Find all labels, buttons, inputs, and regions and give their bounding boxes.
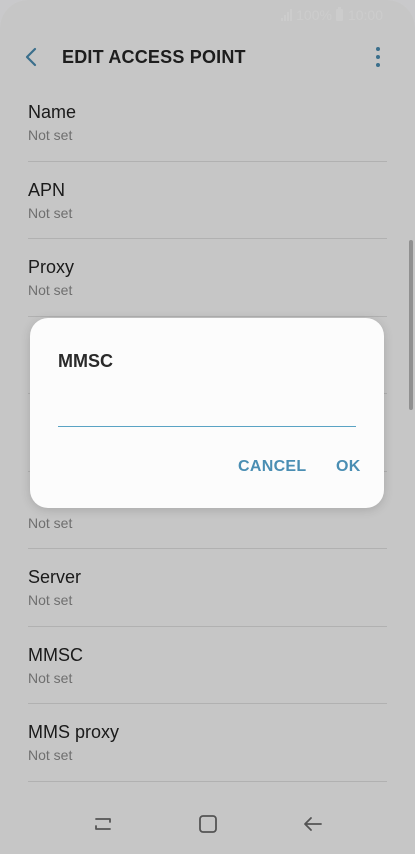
mmsc-dialog: MMSC CANCEL OK: [30, 318, 384, 508]
screen: 100% 10:00 EDIT ACCESS POINT Name Not se…: [0, 0, 415, 854]
cancel-button[interactable]: CANCEL: [238, 458, 306, 476]
ok-button[interactable]: OK: [336, 458, 361, 476]
device: 100% 10:00 EDIT ACCESS POINT Name Not se…: [0, 0, 415, 854]
mmsc-input[interactable]: [58, 402, 356, 427]
dialog-title: MMSC: [58, 351, 113, 371]
